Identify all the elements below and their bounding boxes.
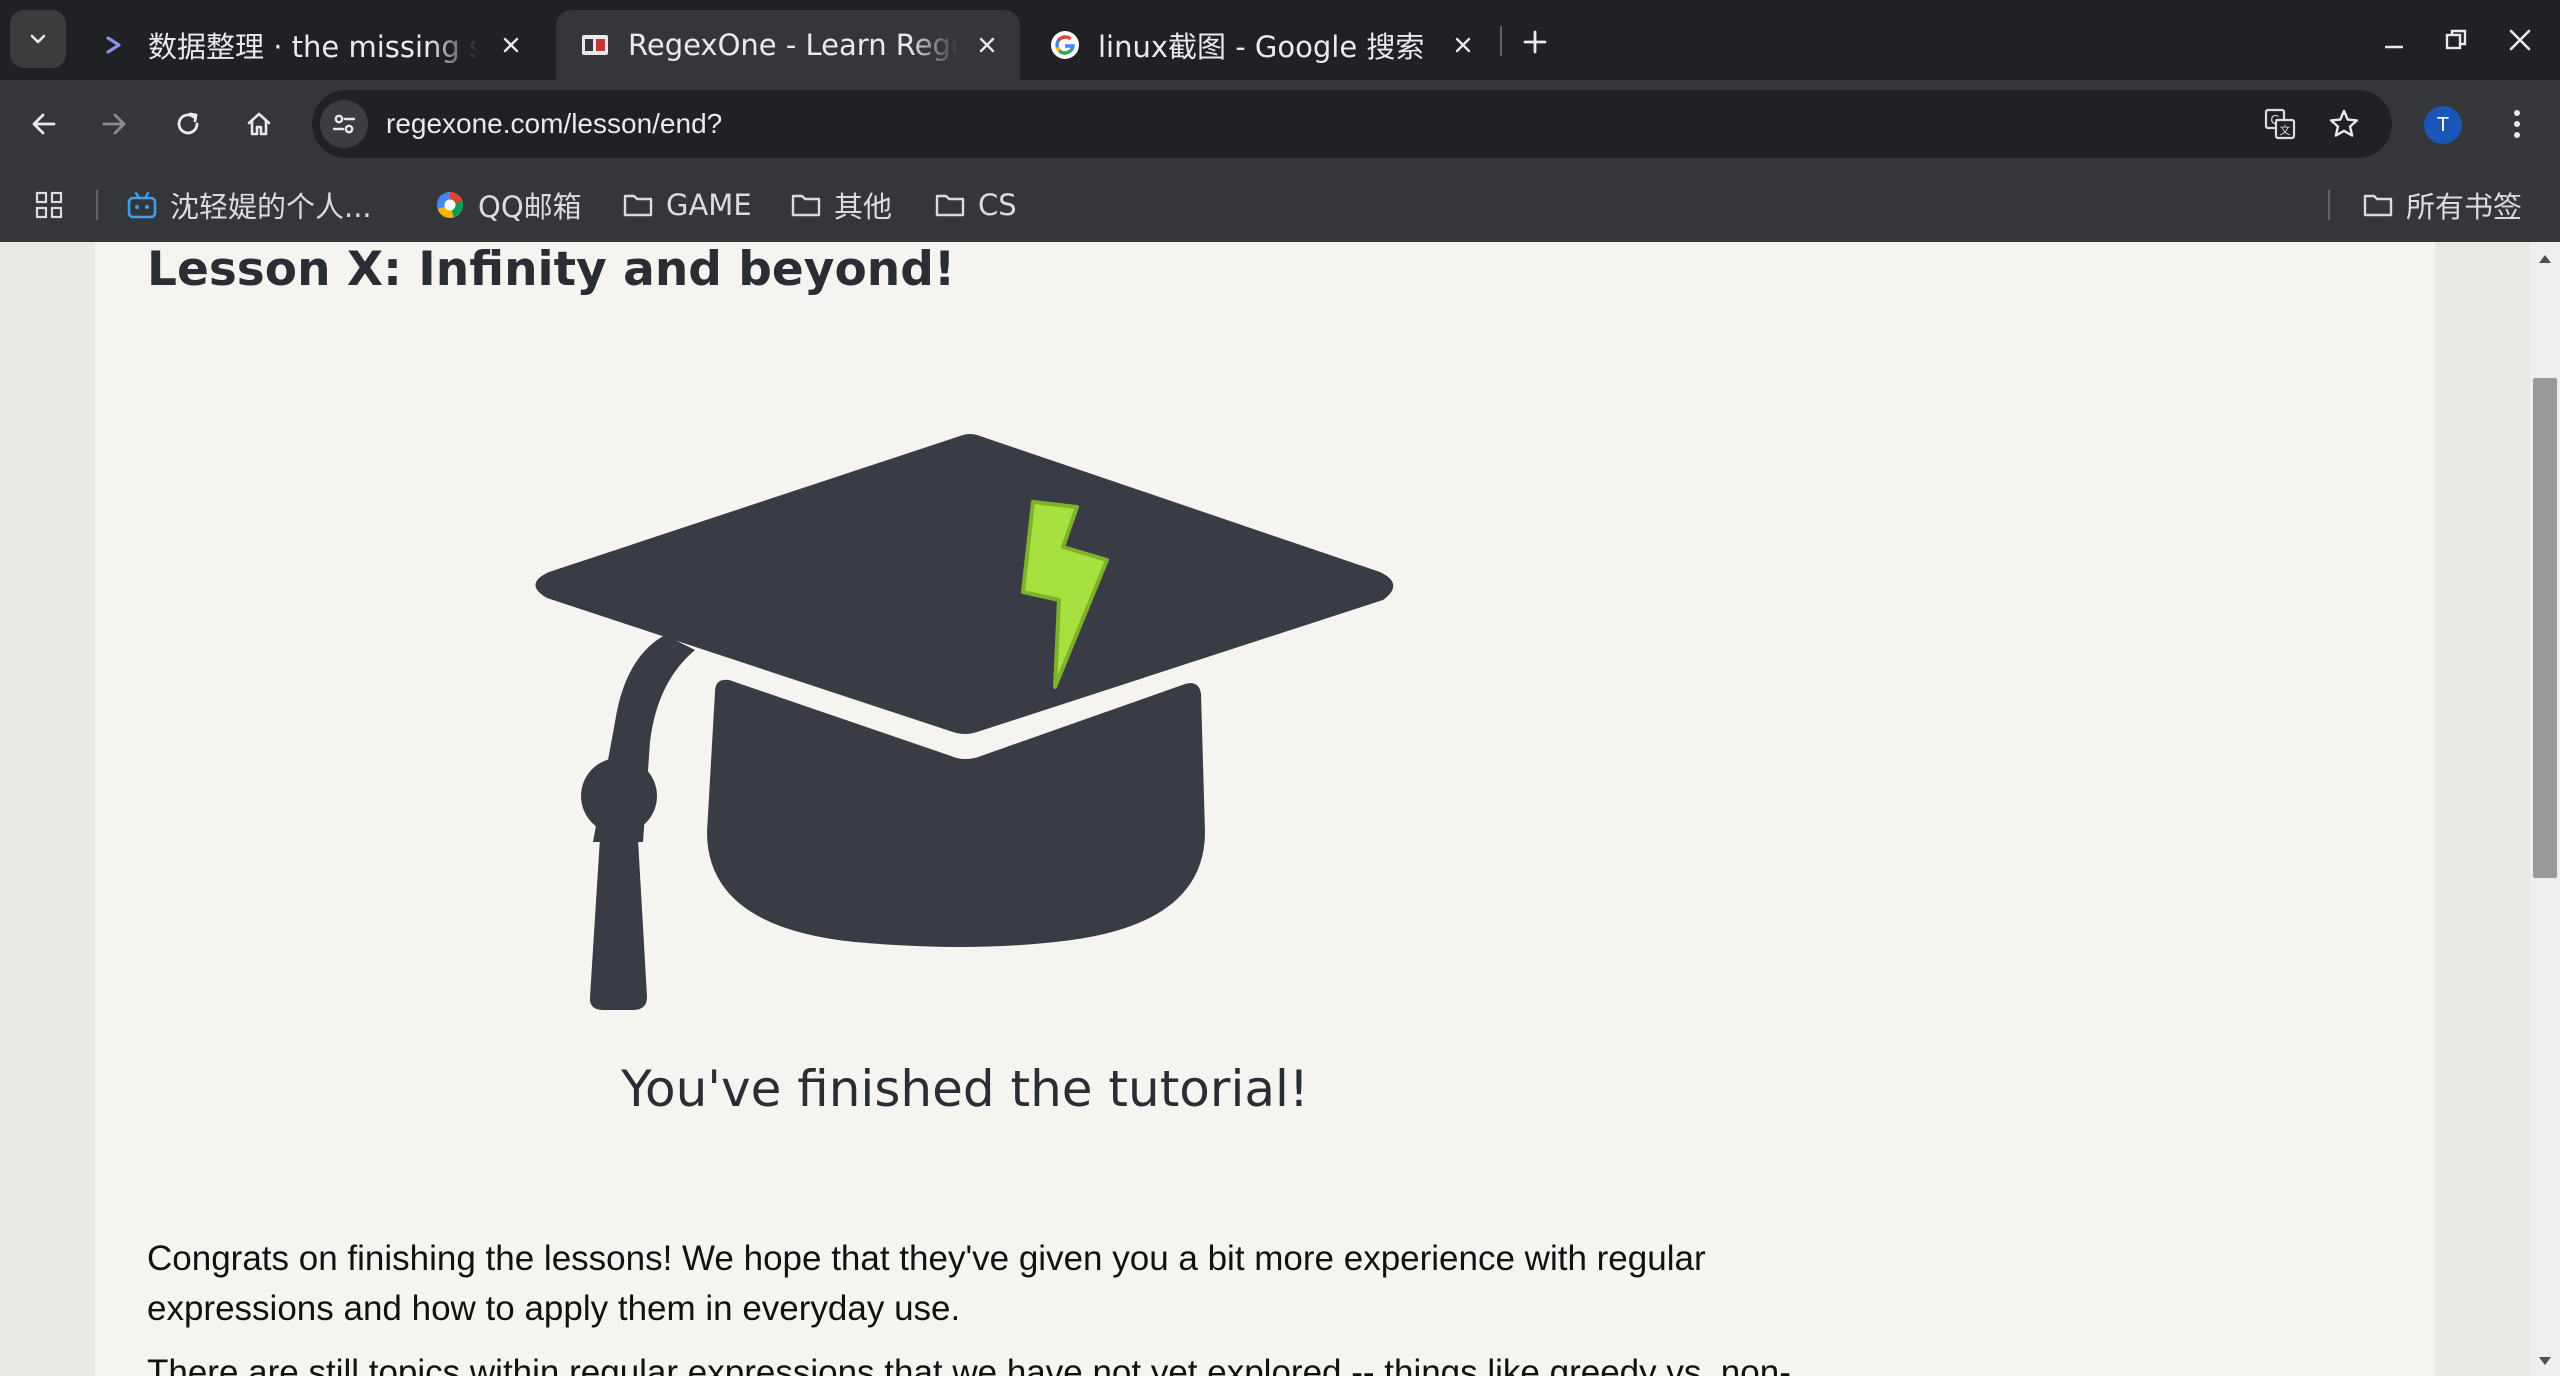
triangle-down-icon [2539,1357,2551,1365]
bookmark-personal-page[interactable]: 沈轻媞的个人... [126,184,372,226]
finished-heading: You've finished the tutorial! [621,1060,1309,1118]
minimize-icon [2385,45,2403,49]
close-icon[interactable] [972,30,1002,60]
close-window-button[interactable] [2498,18,2542,62]
close-icon[interactable] [1448,30,1478,60]
reload-icon [177,112,199,135]
arrow-left-icon [32,113,56,135]
close-icon [2509,29,2531,51]
bookmark-label: CS [978,188,1017,222]
star-icon [2329,109,2359,137]
reload-button[interactable] [164,100,212,148]
chevron-prompt-icon [100,30,130,60]
bookmark-qq-mail[interactable]: QQ邮箱 [434,184,582,226]
back-button[interactable] [20,100,68,148]
tab-title: RegexOne - Learn Regular Expressions [628,28,958,62]
bookmark-label: 沈轻媞的个人... [170,190,372,224]
bookmark-label: QQ邮箱 [478,190,582,224]
congrats-paragraph: Congrats on finishing the lessons! We ho… [147,1239,1706,1328]
bookmark-label: 所有书签 [2406,190,2523,224]
page-scrollbar[interactable] [2530,242,2560,1376]
qq-mail-icon [436,191,464,218]
apps-grid-icon [35,191,63,219]
forward-button[interactable] [90,100,138,148]
profile-avatar[interactable]: T [2424,106,2462,144]
bookmark-star-button[interactable] [2322,102,2366,146]
folder-icon [623,194,653,217]
bookmark-separator [2328,190,2330,220]
restore-icon [2445,29,2467,50]
google-icon [1050,30,1080,60]
scroll-down-arrow[interactable] [2530,1348,2560,1374]
bookmark-folder-cs[interactable]: CS [934,184,1017,226]
apps-button[interactable] [34,184,64,226]
arrow-right-icon [102,113,126,135]
lesson-title: Lesson X: Infinity and beyond! [147,242,956,297]
tab-search-button[interactable] [10,10,66,68]
close-icon[interactable] [496,30,526,60]
bookmark-folder-other[interactable]: 其他 [790,184,892,226]
page-viewport: Lesson X: Infinity and beyond! You've fi… [0,242,2530,1376]
folder-icon [791,194,821,217]
new-tab-button[interactable] [1515,22,1555,62]
plus-icon [1523,30,1547,54]
folder-icon [2363,194,2393,217]
tab-title: 数据整理 · the missing semester [148,30,478,64]
topics-paragraph: There are still topics within regular ex… [147,1353,1791,1376]
tassel-end [589,822,647,1010]
tab-title: linux截图 - Google 搜索 [1098,30,1425,64]
browser-toolbar: regexone.com/lesson/end? G 文 T [0,80,2560,168]
home-icon [247,112,271,136]
scroll-thumb[interactable] [2533,378,2557,878]
address-bar[interactable]: regexone.com/lesson/end? G 文 [312,90,2392,158]
scroll-up-arrow[interactable] [2530,246,2560,272]
home-button[interactable] [235,100,283,148]
minimize-button[interactable] [2372,18,2416,62]
site-info-button[interactable] [320,100,368,148]
tab-regexone[interactable]: RegexOne - Learn Regular Expressions [556,10,1020,80]
folder-icon [935,194,965,217]
regexone-icon [580,30,610,60]
bookmark-folder-game[interactable]: GAME [622,184,752,226]
triangle-up-icon [2539,255,2551,263]
tab-separator [1500,26,1502,56]
tune-icon [332,114,356,134]
bookmark-separator [96,190,98,220]
tab-strip: 数据整理 · the missing semester RegexOne - L… [0,0,2560,80]
bilibili-tv-icon [127,191,157,219]
browser-menu-button[interactable] [2495,102,2539,146]
translate-icon: G 文 [2264,108,2296,140]
graduation-cap-image [535,434,1394,1010]
lesson-content: Lesson X: Infinity and beyond! You've fi… [95,242,2435,1376]
bookmark-label: GAME [666,188,752,222]
svg-text:文: 文 [2280,123,2291,137]
url-text[interactable]: regexone.com/lesson/end? [386,108,722,140]
bookmarks-bar: 沈轻媞的个人... QQ邮箱 GAME 其他 CS 所有书签 [0,168,2560,242]
tab-missing-semester[interactable]: 数据整理 · the missing semester [76,10,544,80]
more-vert-icon [2514,110,2520,138]
all-bookmarks-button[interactable]: 所有书签 [2362,184,2522,226]
tab-google-search[interactable]: linux截图 - Google 搜索 [1026,10,1496,80]
bookmark-label: 其他 [834,190,893,224]
chevron-down-icon [30,34,46,44]
restore-button[interactable] [2434,18,2478,62]
translate-button[interactable]: G 文 [2258,102,2302,146]
